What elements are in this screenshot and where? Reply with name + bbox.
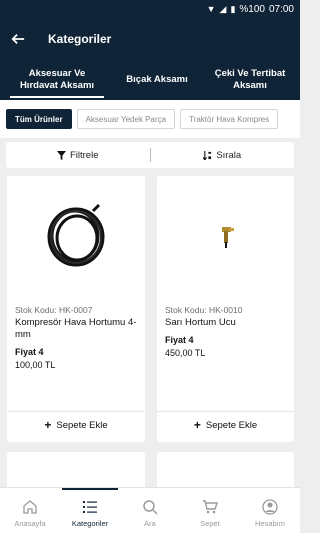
filter-sort-bar: Filtrele Sırala: [6, 142, 294, 168]
add-to-cart-button[interactable]: + Sepete Ekle: [157, 412, 294, 438]
tab-ceki-tertibat[interactable]: Çeki Ve Tertibat Aksamı: [200, 60, 300, 100]
app-bar: Kategoriler: [0, 18, 300, 60]
product-image: [157, 176, 294, 296]
filter-button[interactable]: Filtrele: [6, 150, 150, 161]
wifi-icon: ▼: [206, 4, 216, 14]
tab-label: Aksesuar Ve Hırdavat Aksamı: [19, 68, 95, 91]
stock-code: Stok Kodu: HK-0007: [15, 305, 93, 315]
filter-label: Filtrele: [69, 149, 99, 161]
tab-bicak-aksami[interactable]: Bıçak Aksamı: [114, 60, 200, 100]
product-name: Sarı Hortum Ucu: [165, 317, 236, 328]
tab-label: Bıçak Aksamı: [126, 74, 188, 85]
chip-aksesuar-yedek-parca[interactable]: Aksesuar Yedek Parça: [76, 109, 176, 129]
stock-code: Stok Kodu: HK-0010: [165, 305, 243, 315]
nav-label: Sepet: [200, 519, 220, 528]
category-tabs: Aksesuar Ve Hırdavat Aksamı Bıçak Aksamı…: [0, 60, 300, 100]
product-name: Kompresör Hava Hortumu 4-mm: [15, 317, 137, 340]
arrow-left-icon: [11, 34, 25, 44]
account-icon: [262, 499, 278, 515]
tab-aksesuar-hirdavat[interactable]: Aksesuar Ve Hırdavat Aksamı: [0, 60, 114, 100]
sort-button[interactable]: Sırala: [151, 150, 295, 161]
product-image: [7, 176, 145, 296]
tab-label: Çeki Ve Tertibat Aksamı: [214, 68, 286, 91]
nav-search[interactable]: Ara: [120, 488, 180, 533]
add-to-cart-button[interactable]: + Sepete Ekle: [7, 412, 145, 438]
sort-icon: [203, 150, 212, 160]
hose-coil-image: [47, 203, 105, 267]
chip-traktor-hava-kompres[interactable]: Traktör Hava Kompres: [180, 109, 279, 129]
price-label: Fiyat 4: [165, 335, 194, 345]
status-bar: ▼ ◢ ▮ %100 07:00: [0, 0, 300, 18]
battery-icon: ▮: [230, 3, 236, 14]
sort-label: Sırala: [216, 149, 242, 161]
clock: 07:00: [268, 3, 294, 15]
signal-icon: ◢: [219, 3, 227, 14]
search-icon: [143, 500, 158, 515]
nav-label: Hesabım: [254, 519, 285, 528]
plus-icon: +: [193, 418, 201, 432]
back-button[interactable]: [0, 18, 36, 60]
product-card[interactable]: Stok Kodu: HK-0010 Sarı Hortum Ucu Fiyat…: [157, 176, 294, 442]
product-price: 450,00 TL: [165, 348, 206, 358]
hose-fitting-image: [221, 227, 234, 248]
price-label: Fiyat 4: [15, 347, 44, 357]
cart-icon: [203, 500, 218, 514]
add-to-cart-label: Sepete Ekle: [205, 419, 258, 431]
nav-account[interactable]: Hesabım: [240, 488, 300, 533]
nav-label: Kategoriler: [71, 519, 109, 528]
bottom-navigation: Anasayfa Kategoriler Ara Sepet Hesabım: [0, 487, 300, 533]
product-price: 100,00 TL: [15, 360, 56, 370]
product-card[interactable]: Stok Kodu: HK-0007 Kompresör Hava Hortum…: [7, 176, 145, 442]
subcategory-chips: Tüm Ürünler Aksesuar Yedek Parça Traktör…: [0, 100, 300, 138]
nav-categories[interactable]: Kategoriler: [60, 488, 120, 533]
nav-label: Ara: [144, 519, 156, 528]
nav-label: Anasayfa: [14, 519, 46, 528]
nav-home[interactable]: Anasayfa: [0, 488, 60, 533]
page-title: Kategoriler: [48, 32, 112, 46]
nav-cart[interactable]: Sepet: [180, 488, 240, 533]
funnel-icon: [56, 150, 66, 160]
list-icon: [83, 501, 97, 513]
chip-all-products[interactable]: Tüm Ürünler: [6, 109, 72, 129]
battery-level: %100: [239, 3, 265, 15]
home-icon: [23, 500, 37, 514]
add-to-cart-label: Sepete Ekle: [56, 419, 108, 431]
plus-icon: +: [44, 418, 52, 432]
